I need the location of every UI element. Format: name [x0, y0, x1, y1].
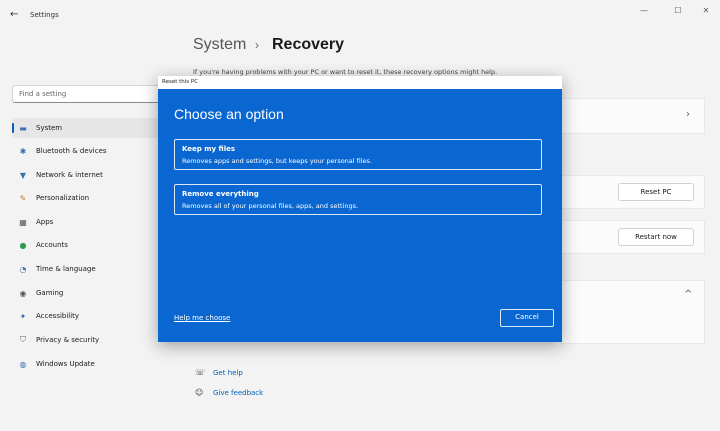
sidebar-item-label: Accessibility [36, 312, 80, 320]
sidebar-item-network[interactable]: ▼ Network & internet [12, 165, 172, 185]
option-title: Keep my files [182, 145, 236, 153]
chevron-right-icon: › [686, 109, 690, 120]
reset-pc-card: Reset PC [560, 175, 705, 209]
dialog-window-title: Reset this PC [162, 79, 199, 85]
sidebar-item-label: Personalization [36, 194, 90, 202]
search-placeholder: Find a setting [19, 90, 67, 98]
globe-clock-icon: ◔ [19, 264, 27, 274]
give-feedback-label: Give feedback [213, 388, 264, 397]
breadcrumb-separator: › [255, 38, 259, 52]
give-feedback-link[interactable]: ☺ Give feedback [195, 388, 263, 397]
apps-icon: ▦ [19, 217, 27, 227]
system-icon: ▬ [19, 123, 27, 133]
advanced-startup-card: Restart now [560, 220, 705, 254]
get-help-link[interactable]: ☏ Get help [195, 368, 243, 377]
accessibility-icon: ✦ [19, 311, 27, 321]
sidebar-item-gaming[interactable]: ◉ Gaming [12, 283, 172, 303]
wifi-icon: ▼ [19, 170, 27, 180]
chevron-up-icon[interactable]: ^ [684, 289, 692, 300]
search-input[interactable]: Find a setting [12, 85, 172, 103]
expanded-card: ^ [560, 280, 705, 344]
back-arrow-icon[interactable]: ← [10, 9, 18, 20]
get-help-label: Get help [213, 368, 243, 377]
sidebar-item-label: Apps [36, 218, 54, 226]
sidebar-item-system[interactable]: ▬ System [12, 118, 172, 138]
maximize-button[interactable]: ☐ [666, 4, 690, 18]
app-title: Settings [30, 11, 59, 19]
sidebar-item-label: Accounts [36, 241, 68, 249]
person-icon: ● [19, 240, 27, 250]
option-description: Removes all of your personal files, apps… [182, 202, 359, 210]
sidebar-item-personalization[interactable]: ✎ Personalization [12, 188, 172, 208]
sidebar-item-label: Privacy & security [36, 336, 100, 344]
page-title: Recovery [272, 36, 345, 53]
reset-pc-button[interactable]: Reset PC [618, 183, 694, 201]
cancel-button[interactable]: Cancel [500, 309, 554, 327]
breadcrumb-parent[interactable]: System [193, 36, 246, 54]
help-icon: ☏ [195, 368, 206, 377]
sidebar-item-label: Gaming [36, 289, 64, 297]
brush-icon: ✎ [19, 193, 27, 203]
sidebar-item-label: System [36, 124, 63, 132]
sidebar-item-windows-update[interactable]: ◍ Windows Update [12, 354, 172, 374]
intro-text: If you're having problems with your PC o… [193, 68, 498, 76]
fix-problems-card[interactable]: › [560, 98, 705, 134]
sidebar-item-bluetooth[interactable]: ✱ Bluetooth & devices [12, 141, 172, 161]
option-title: Remove everything [182, 190, 259, 198]
option-description: Removes apps and settings, but keeps you… [182, 157, 373, 165]
sidebar-item-label: Time & language [36, 265, 96, 273]
reset-pc-dialog: Reset this PC Choose an option Keep my f… [158, 76, 562, 342]
sidebar-item-label: Bluetooth & devices [36, 147, 107, 155]
close-button[interactable]: ✕ [694, 4, 718, 18]
sidebar-item-label: Network & internet [36, 171, 103, 179]
sidebar-item-privacy[interactable]: ⛉ Privacy & security [12, 330, 172, 350]
dialog-heading: Choose an option [174, 106, 284, 122]
sidebar-item-accessibility[interactable]: ✦ Accessibility [12, 306, 172, 326]
update-icon: ◍ [19, 359, 27, 369]
sidebar-item-apps[interactable]: ▦ Apps [12, 212, 172, 232]
title-bar: ← Settings — ☐ ✕ [0, 0, 720, 30]
sidebar-item-label: Windows Update [36, 360, 95, 368]
help-me-choose-link[interactable]: Help me choose [174, 314, 230, 322]
restart-now-button[interactable]: Restart now [618, 228, 694, 246]
sidebar-item-time-language[interactable]: ◔ Time & language [12, 259, 172, 279]
keep-my-files-option[interactable]: Keep my files Removes apps and settings,… [174, 139, 542, 170]
bluetooth-icon: ✱ [19, 146, 27, 156]
feedback-icon: ☺ [195, 388, 204, 397]
gamepad-icon: ◉ [19, 288, 27, 298]
remove-everything-option[interactable]: Remove everything Removes all of your pe… [174, 184, 542, 215]
minimize-button[interactable]: — [632, 4, 656, 18]
sidebar-item-accounts[interactable]: ● Accounts [12, 235, 172, 255]
dialog-title-bar: Reset this PC [158, 76, 562, 89]
shield-icon: ⛉ [20, 335, 26, 344]
